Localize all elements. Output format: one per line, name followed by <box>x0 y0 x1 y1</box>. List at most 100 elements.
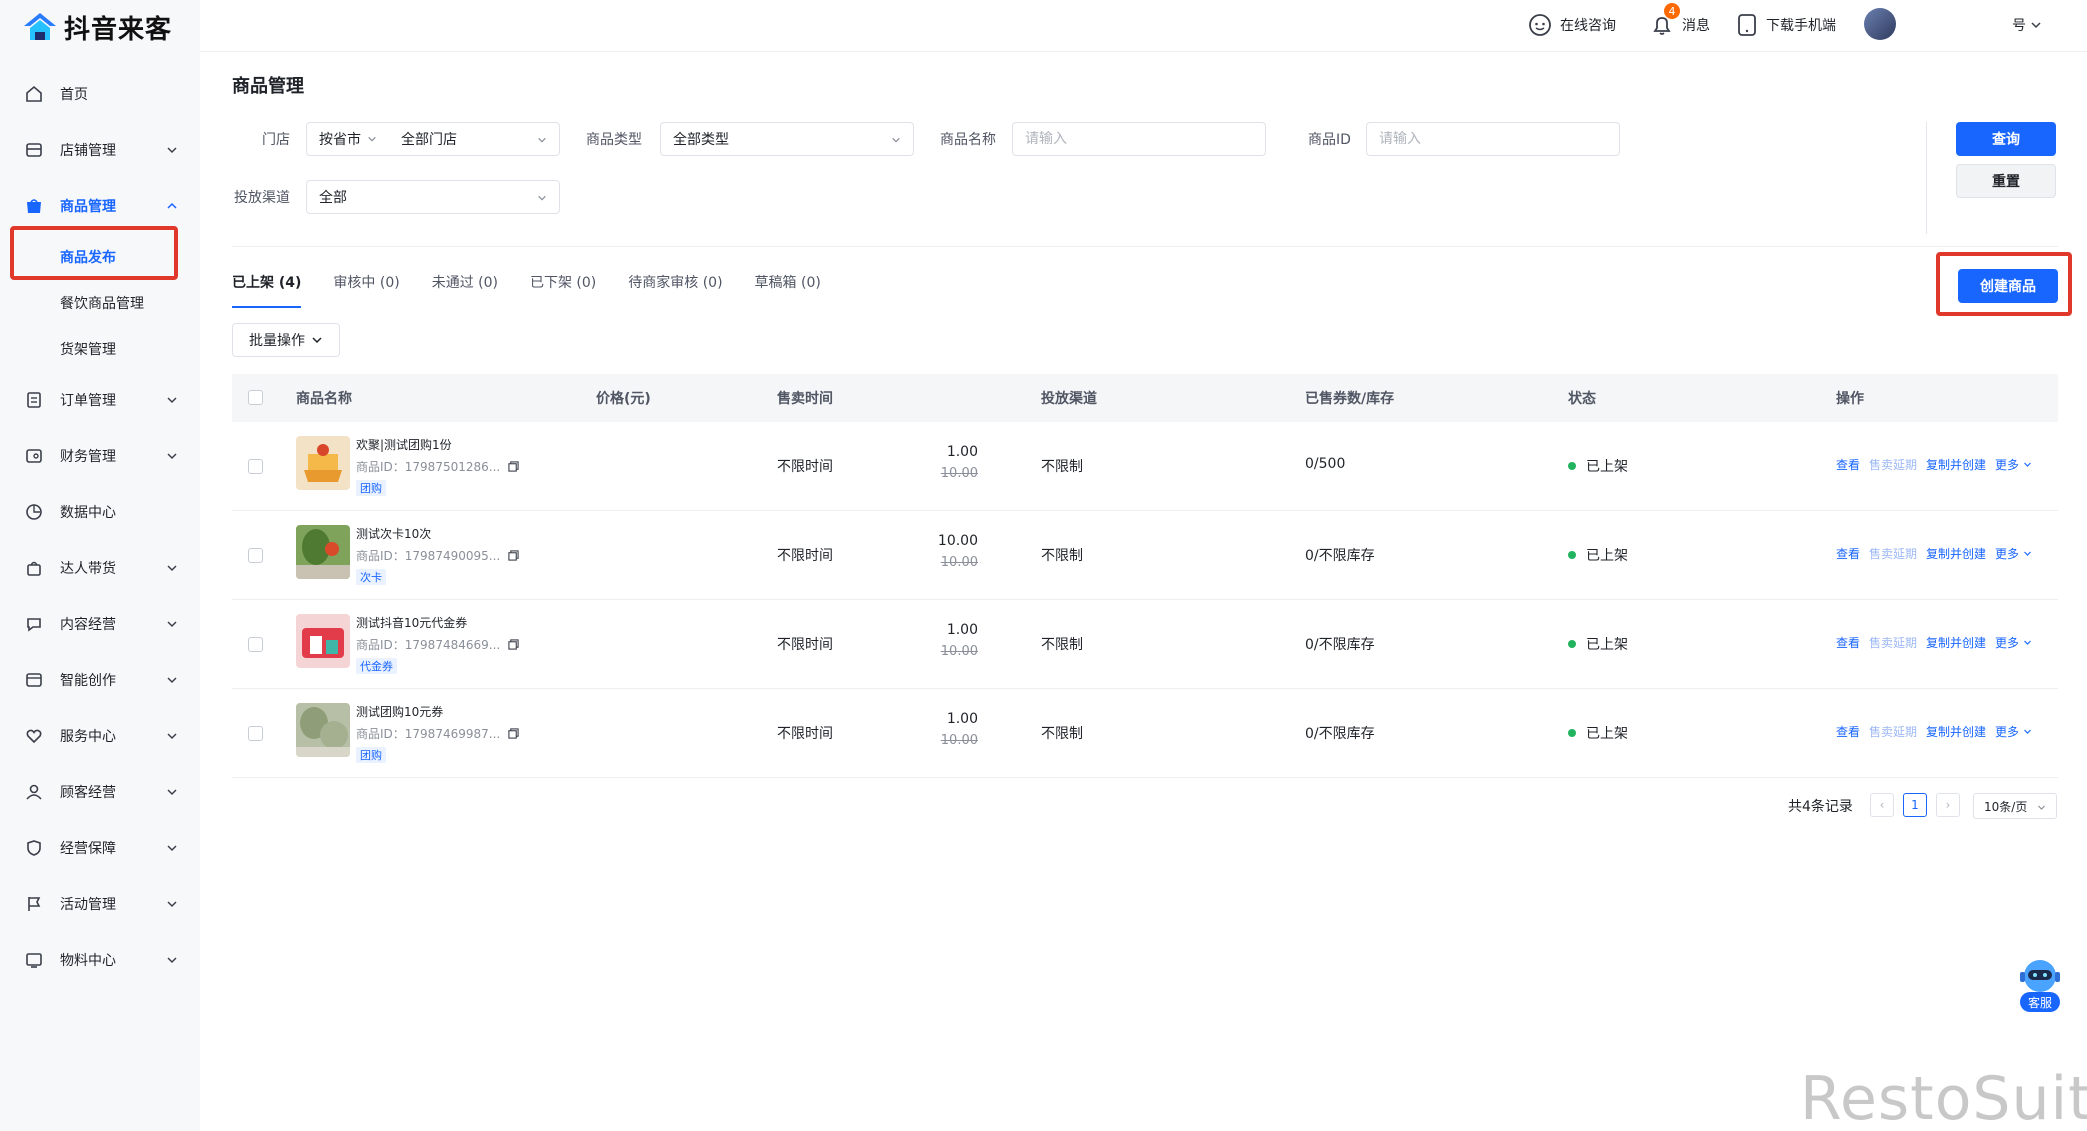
select-all-checkbox[interactable] <box>248 390 263 405</box>
chevron-down-icon <box>167 397 177 404</box>
sidebar-item-activity[interactable]: 活动管理 <box>0 876 200 932</box>
id-input[interactable] <box>1379 131 1619 147</box>
chevron-down-icon <box>2023 640 2031 645</box>
copy-icon[interactable] <box>508 461 519 472</box>
table-row: 测试次卡10次 商品ID：17987490095... 次卡 10.00 10.… <box>232 511 2058 600</box>
page-number[interactable]: 1 <box>1903 793 1927 817</box>
product-id: 商品ID：17987501286... <box>356 458 519 475</box>
name-input-box <box>1012 122 1266 156</box>
extend-sale-link[interactable]: 售卖延期 <box>1869 545 1917 562</box>
copy-icon[interactable] <box>508 728 519 739</box>
online-consult-link[interactable]: 在线咨询 <box>1528 12 1616 38</box>
sidebar-item-service[interactable]: 服务中心 <box>0 708 200 764</box>
chevron-down-icon <box>368 136 376 142</box>
brand-watermark: RestoSuite <box>1800 1064 2087 1131</box>
sidebar-item-customer[interactable]: 顾客经营 <box>0 764 200 820</box>
status-tabs: 已上架 (4) 审核中 (0) 未通过 (0) 已下架 (0) 待商家审核 (0… <box>232 272 853 308</box>
status-dot <box>1568 640 1576 648</box>
product-id: 商品ID：17987469987... <box>356 725 519 742</box>
sale-price: 1.00 <box>946 711 978 727</box>
sidebar-subitem-catering[interactable]: 餐饮商品管理 <box>0 280 200 326</box>
copy-icon[interactable] <box>508 639 519 650</box>
sidebar-item-order[interactable]: 订单管理 <box>0 372 200 428</box>
sidebar-item-create[interactable]: 智能创作 <box>0 652 200 708</box>
product-id-text: 商品ID：17987501286... <box>356 460 501 474</box>
product-thumbnail[interactable] <box>296 525 350 579</box>
product-thumbnail[interactable] <box>296 703 350 757</box>
view-link[interactable]: 查看 <box>1836 634 1860 651</box>
prev-page-button[interactable]: ‹ <box>1870 793 1894 817</box>
chevron-down-icon <box>167 901 177 908</box>
sidebar-item-data[interactable]: 数据中心 <box>0 484 200 540</box>
customer-service-widget[interactable]: 客服 <box>2016 956 2064 1016</box>
sidebar-item-home[interactable]: 首页 <box>0 66 200 122</box>
row-actions: 查看 售卖延期 复制并创建 更多 <box>1836 456 2041 473</box>
name-input[interactable] <box>1025 131 1265 147</box>
copy-create-link[interactable]: 复制并创建 <box>1926 545 1986 562</box>
sidebar-subitem-shelf[interactable]: 货架管理 <box>0 326 200 372</box>
tab-drafts[interactable]: 草稿箱 (0) <box>755 272 821 308</box>
extend-sale-link[interactable]: 售卖延期 <box>1869 723 1917 740</box>
sidebar-item-store[interactable]: 店铺管理 <box>0 122 200 178</box>
more-dropdown[interactable]: 更多 <box>1995 456 2032 473</box>
chevron-down-icon <box>2023 551 2031 556</box>
sidebar-item-content[interactable]: 内容经营 <box>0 596 200 652</box>
more-dropdown[interactable]: 更多 <box>1995 723 2032 740</box>
tab-on-shelf[interactable]: 已上架 (4) <box>232 272 302 308</box>
sidebar-item-label: 物料中心 <box>60 953 116 969</box>
next-page-button[interactable]: › <box>1936 793 1960 817</box>
reset-button[interactable]: 重置 <box>1956 164 2056 198</box>
status-dot <box>1568 551 1576 559</box>
product-name[interactable]: 测试团购10元券 <box>356 703 443 720</box>
tab-off-shelf[interactable]: 已下架 (0) <box>530 272 596 308</box>
view-link[interactable]: 查看 <box>1836 545 1860 562</box>
extend-sale-link[interactable]: 售卖延期 <box>1869 634 1917 651</box>
copy-create-link[interactable]: 复制并创建 <box>1926 723 1986 740</box>
product-type-tag: 团购 <box>356 480 386 496</box>
copy-icon[interactable] <box>508 550 519 561</box>
product-thumbnail[interactable] <box>296 614 350 668</box>
extend-sale-link[interactable]: 售卖延期 <box>1869 456 1917 473</box>
logo[interactable]: 抖音来客 <box>20 10 172 45</box>
product-name[interactable]: 测试抖音10元代金券 <box>356 614 467 631</box>
sidebar-item-guarantee[interactable]: 经营保障 <box>0 820 200 876</box>
avatar[interactable] <box>1864 8 1896 40</box>
row-checkbox[interactable] <box>248 726 263 741</box>
product-name[interactable]: 测试次卡10次 <box>356 525 431 542</box>
original-price: 10.00 <box>940 466 978 481</box>
query-button[interactable]: 查询 <box>1956 122 2056 156</box>
account-menu[interactable]: 号 <box>2012 12 2050 38</box>
product-thumbnail[interactable] <box>296 436 350 490</box>
row-checkbox[interactable] <box>248 637 263 652</box>
more-dropdown[interactable]: 更多 <box>1995 634 2032 651</box>
sidebar-item-material[interactable]: 物料中心 <box>0 932 200 988</box>
download-app-link[interactable]: 下载手机端 <box>1736 12 1836 38</box>
chevron-down-icon <box>167 453 177 460</box>
chevron-down-icon <box>2038 805 2045 810</box>
table-row: 测试抖音10元代金券 商品ID：17987484669... 代金券 1.00 … <box>232 600 2058 689</box>
channel-select[interactable]: 全部 <box>306 180 560 214</box>
view-link[interactable]: 查看 <box>1836 723 1860 740</box>
copy-create-link[interactable]: 复制并创建 <box>1926 456 1986 473</box>
view-link[interactable]: 查看 <box>1836 456 1860 473</box>
tab-rejected[interactable]: 未通过 (0) <box>432 272 498 308</box>
messages-link[interactable]: 4 消息 <box>1650 3 1710 38</box>
tab-reviewing[interactable]: 审核中 (0) <box>333 272 399 308</box>
col-actions: 操作 <box>1836 391 1864 407</box>
original-price: 10.00 <box>940 555 978 570</box>
copy-create-link[interactable]: 复制并创建 <box>1926 634 1986 651</box>
create-product-button[interactable]: 创建商品 <box>1958 269 2058 303</box>
row-checkbox[interactable] <box>248 548 263 563</box>
type-select[interactable]: 全部类型 <box>660 122 914 156</box>
sidebar-item-finance[interactable]: 财务管理 <box>0 428 200 484</box>
store-region-select[interactable]: 按省市 全部门店 <box>306 122 560 156</box>
more-dropdown[interactable]: 更多 <box>1995 545 2032 562</box>
product-name[interactable]: 欢聚|测试团购1份 <box>356 436 452 453</box>
sidebar-item-influencer[interactable]: 达人带货 <box>0 540 200 596</box>
page-size-select[interactable]: 10条/页 <box>1973 793 2057 819</box>
channel: 不限制 <box>1041 726 1083 742</box>
material-icon <box>24 950 44 970</box>
tab-merchant-review[interactable]: 待商家审核 (0) <box>628 272 722 308</box>
batch-operation-button[interactable]: 批量操作 <box>232 323 340 357</box>
row-checkbox[interactable] <box>248 459 263 474</box>
